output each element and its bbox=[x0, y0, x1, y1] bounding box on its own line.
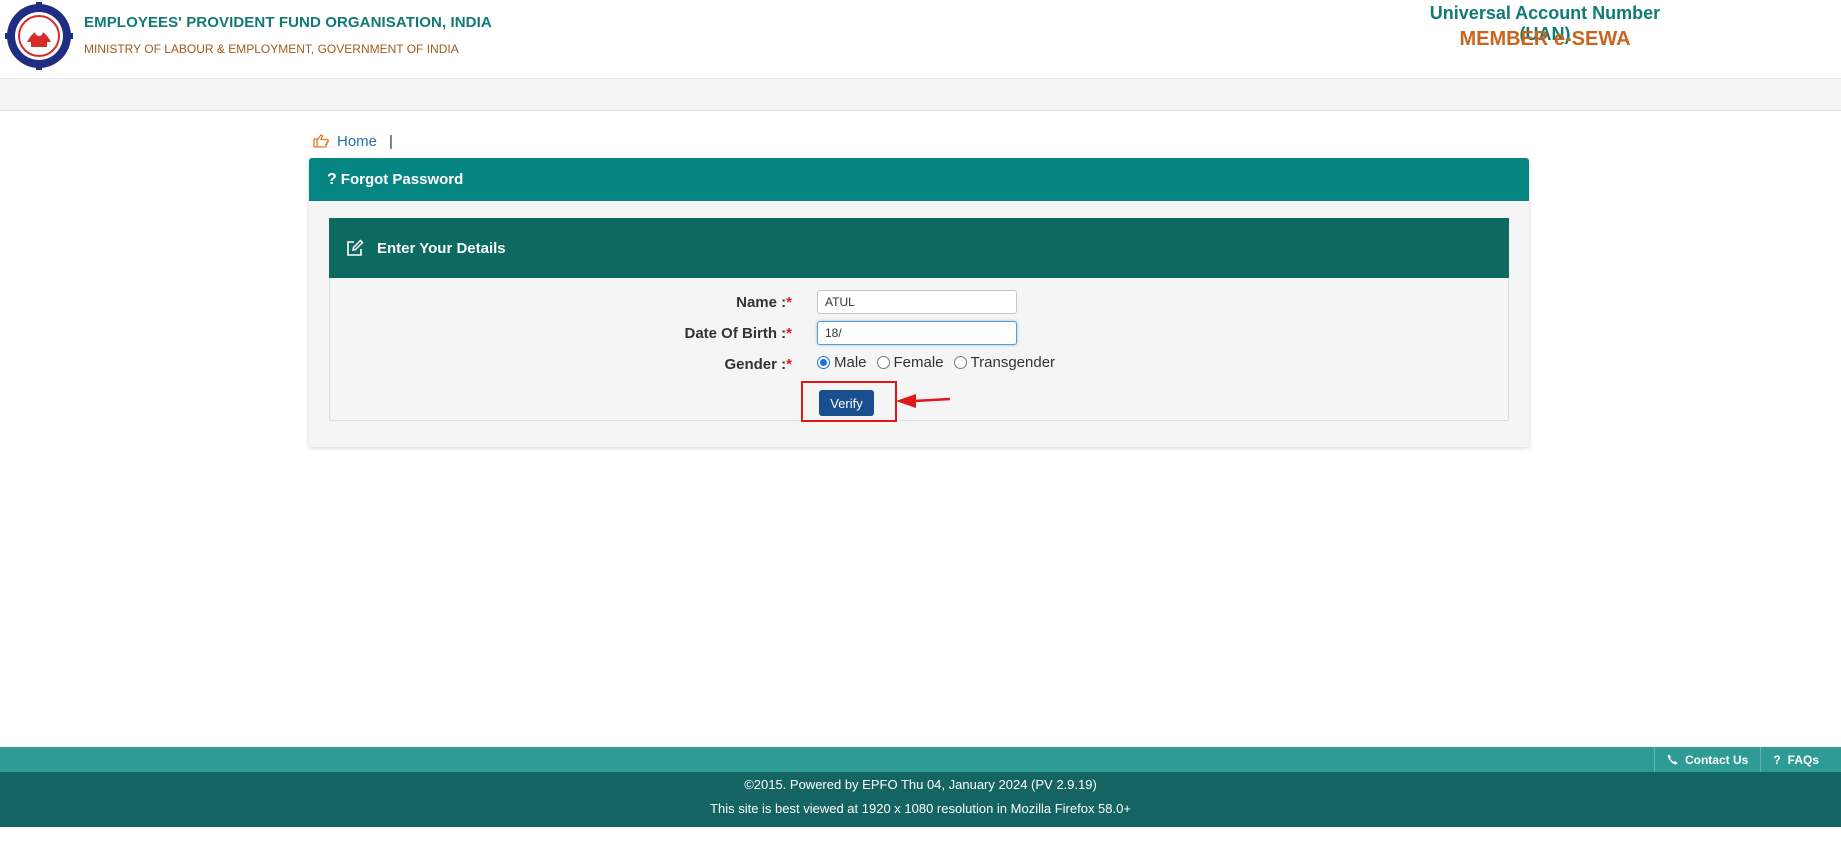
gender-transgender-label[interactable]: Transgender bbox=[971, 354, 1056, 371]
org-name: EMPLOYEES' PROVIDENT FUND ORGANISATION, … bbox=[84, 14, 492, 31]
faq-question-icon: ? bbox=[1773, 752, 1781, 767]
panel-header: ? Forgot Password bbox=[309, 158, 1529, 201]
verify-button[interactable]: Verify bbox=[819, 390, 874, 416]
dob-row: Date Of Birth :* bbox=[329, 321, 1509, 347]
details-section-header: Enter Your Details bbox=[329, 218, 1509, 278]
gender-options: Male Female Transgender bbox=[817, 354, 1065, 371]
details-section: Enter Your Details bbox=[329, 218, 1509, 421]
name-input[interactable] bbox=[817, 290, 1017, 314]
footer-link-bar: Contact Us ? FAQs bbox=[0, 747, 1841, 772]
gender-row: Gender :* Male Female Transgender bbox=[329, 352, 1509, 378]
header-subbar bbox=[0, 78, 1841, 111]
footer-links: Contact Us ? FAQs bbox=[1653, 747, 1831, 772]
contact-us-label: Contact Us bbox=[1684, 752, 1749, 767]
breadcrumb-separator: | bbox=[389, 132, 393, 150]
epfo-logo-icon bbox=[5, 2, 73, 70]
gender-female-label[interactable]: Female bbox=[894, 354, 944, 371]
name-row: Name :* bbox=[329, 290, 1509, 316]
phone-icon bbox=[1667, 754, 1678, 765]
footer-copyright: ©2015. Powered by EPFO Thu 04, January 2… bbox=[744, 777, 1097, 792]
panel-title: Forgot Password bbox=[340, 171, 464, 188]
faqs-label: FAQs bbox=[1787, 752, 1819, 767]
site-header: EMPLOYEES' PROVIDENT FUND ORGANISATION, … bbox=[0, 0, 1841, 78]
question-icon: ? bbox=[327, 170, 337, 188]
hand-point-right-icon bbox=[313, 134, 329, 148]
details-section-title: Enter Your Details bbox=[377, 239, 506, 257]
ministry-name: MINISTRY OF LABOUR & EMPLOYMENT, GOVERNM… bbox=[84, 42, 459, 56]
service-title: MEMBER e-SEWA bbox=[1459, 28, 1631, 50]
home-link[interactable]: Home bbox=[337, 133, 377, 150]
name-label: Name :* bbox=[736, 294, 792, 311]
gender-male-label[interactable]: Male bbox=[834, 354, 867, 371]
breadcrumb: Home | bbox=[313, 132, 393, 150]
edit-icon bbox=[347, 239, 364, 256]
faqs-link[interactable]: ? FAQs bbox=[1760, 747, 1831, 772]
gender-label: Gender :* bbox=[724, 356, 792, 373]
gender-male-radio[interactable] bbox=[817, 356, 830, 369]
footer: ©2015. Powered by EPFO Thu 04, January 2… bbox=[0, 772, 1841, 827]
dob-label: Date Of Birth :* bbox=[684, 325, 792, 342]
pointer-arrow-icon bbox=[896, 394, 951, 408]
dob-input[interactable] bbox=[817, 321, 1017, 345]
gender-transgender-radio[interactable] bbox=[953, 356, 967, 369]
gender-female-radio[interactable] bbox=[876, 356, 890, 369]
footer-best-viewed: This site is best viewed at 1920 x 1080 … bbox=[710, 801, 1131, 816]
contact-us-link[interactable]: Contact Us bbox=[1653, 747, 1760, 772]
